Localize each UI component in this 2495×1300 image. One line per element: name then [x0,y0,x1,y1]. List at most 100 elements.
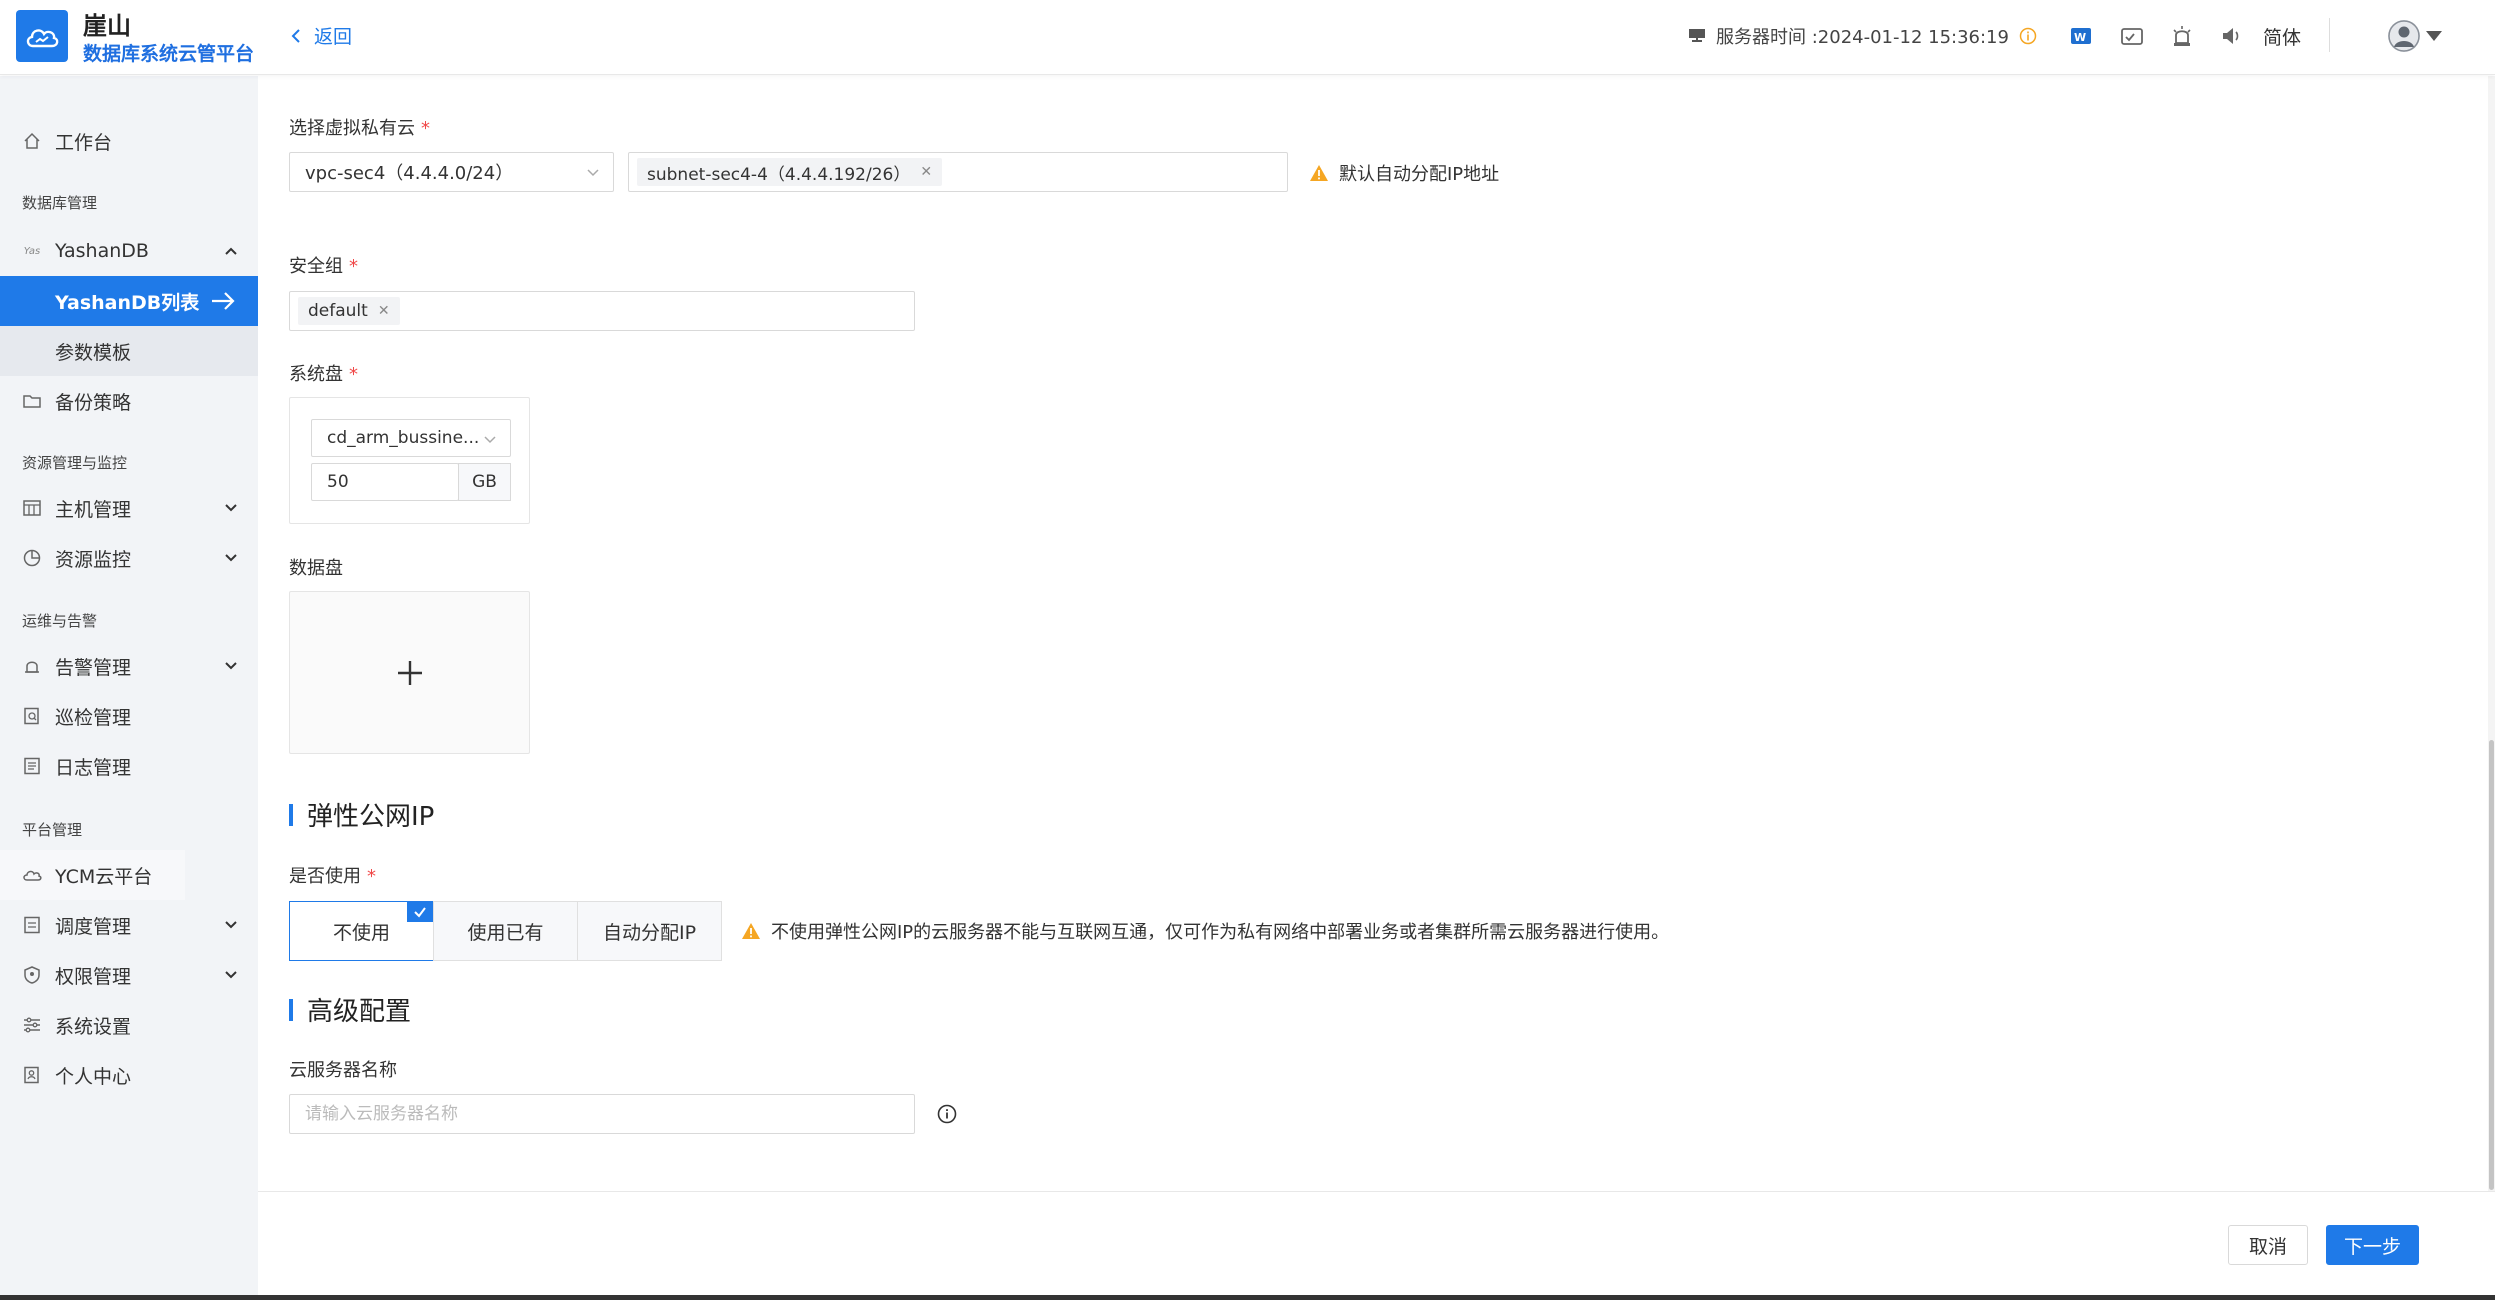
chevron-down-icon [225,921,237,929]
sidebar-item-resource-monitor[interactable]: 资源监控 [0,533,258,583]
sidebar-item-system-settings[interactable]: 系统设置 [0,1000,258,1050]
sidebar-section-ops: 运维与告警 [22,612,98,630]
eip-use-label: 是否使用 * [289,862,376,888]
subnet-select[interactable]: subnet-sec4-4（4.4.4.192/26） ✕ [628,152,1288,192]
sidebar-item-alarm-mgmt[interactable]: 告警管理 [0,641,258,691]
chevron-down-icon [225,662,237,670]
sidebar-section-db: 数据库管理 [22,194,98,212]
cloud-icon [22,865,42,885]
alarm-icon [22,656,42,676]
cancel-button[interactable]: 取消 [2228,1225,2308,1265]
header-divider [2329,18,2330,52]
schedule-icon [22,915,42,935]
sidebar-item-workbench[interactable]: 工作台 [0,116,258,166]
check-icon [407,902,433,922]
main-content: 选择虚拟私有云 * vpc-sec4（4.4.4.0/24） subnet-sec… [258,76,2495,1191]
sidebar-label: 巡检管理 [55,706,132,729]
sidebar-item-yashandb[interactable]: Yas YashanDB [0,226,258,276]
vpc-select[interactable]: vpc-sec4（4.4.4.0/24） [289,152,614,192]
task-list-icon[interactable] [2120,24,2144,48]
sidebar-item-perm-mgmt[interactable]: 权限管理 [0,950,258,1000]
add-data-disk-button[interactable] [289,591,530,754]
plus-icon [397,660,422,685]
sidebar-item-personal-center[interactable]: 个人中心 [0,1050,258,1100]
advanced-section-title: 高级配置 [289,991,411,1028]
table-icon [22,498,42,518]
info-icon[interactable] [2019,27,2037,45]
server-time-text: 服务器时间 :2024-01-12 15:36:19 [1716,27,2009,48]
brand-title: 崖山 [83,12,131,40]
security-group-select[interactable]: default ✕ [289,291,915,331]
sidebar-item-log-mgmt[interactable]: 日志管理 [0,741,258,791]
chevron-down-icon [225,554,237,562]
warning-icon [1310,165,1328,181]
vpc-warning-text: 默认自动分配IP地址 [1339,164,1500,185]
required-mark: * [421,118,430,139]
home-icon [22,131,42,151]
sidebar-label: 调度管理 [55,915,132,938]
word-doc-icon[interactable]: W [2070,24,2094,48]
sidebar-label: 工作台 [55,131,113,154]
subnet-tag-label: subnet-sec4-4（4.4.4.192/26） [647,164,911,185]
sidebar-label: 个人中心 [55,1065,132,1088]
sg-label: 安全组 * [289,252,358,278]
subnet-tag: subnet-sec4-4（4.4.4.192/26） ✕ [637,158,943,186]
sidebar-section-platform: 平台管理 [22,821,83,839]
eip-option-label: 使用已有 [467,921,544,944]
back-button[interactable]: 返回 [290,22,352,49]
sidebar-item-backup-policy[interactable]: 备份策略 [0,376,258,426]
folder-icon [22,391,42,411]
tag-close-icon[interactable]: ✕ [920,164,932,180]
chevron-down-icon [225,971,237,979]
sysdisk-type-select[interactable]: cd_arm_bussine... [311,419,511,457]
sidebar-label: 主机管理 [55,498,132,521]
sidebar-item-ycm-cloud[interactable]: YCM云平台 [0,850,185,900]
server-name-input[interactable] [289,1094,915,1134]
eip-use-label-text: 是否使用 [289,866,361,887]
sidebar-item-host-mgmt[interactable]: 主机管理 [0,483,258,533]
sysdisk-size-input[interactable] [311,463,459,501]
warning-icon [742,923,760,939]
sidebar-item-schedule-mgmt[interactable]: 调度管理 [0,900,258,950]
sidebar-item-yashandb-list[interactable]: YashanDB列表 [0,276,258,326]
sysdisk-label: 系统盘 * [289,360,358,386]
eip-option-auto[interactable]: 自动分配IP [577,901,722,961]
eip-title-text: 弹性公网IP [307,802,435,832]
back-label: 返回 [314,26,353,48]
required-mark: * [349,256,358,277]
alarm-light-icon[interactable] [2170,24,2194,48]
advanced-title-text: 高级配置 [307,997,412,1027]
eip-option-label: 自动分配IP [602,921,697,944]
sidebar-label: 日志管理 [55,756,132,779]
next-step-button[interactable]: 下一步 [2326,1225,2419,1265]
form-footer: 取消 下一步 [258,1191,2495,1297]
sg-tag: default ✕ [298,297,400,325]
sidebar-item-param-template[interactable]: 参数模板 [0,326,258,376]
sidebar-label: YCM云平台 [55,865,153,888]
vpc-select-value: vpc-sec4（4.4.4.0/24） [305,163,514,184]
required-mark: * [349,364,358,385]
tag-close-icon[interactable]: ✕ [378,303,390,319]
user-avatar[interactable] [2388,20,2420,52]
brand-subtitle: 数据库系统云管平台 [83,43,255,65]
eip-option-none[interactable]: 不使用 [289,901,434,961]
system-disk-card: cd_arm_bussine... GB [289,397,530,524]
chevron-up-icon [225,247,237,255]
eip-section-title: 弹性公网IP [289,796,434,833]
sidebar: 工作台 数据库管理 Yas YashanDB YashanDB列表 参数模板 备… [0,76,258,1300]
cloud-logo-icon[interactable] [16,10,68,62]
sysdisk-label-text: 系统盘 [289,364,343,385]
vpc-label-text: 选择虚拟私有云 [289,118,415,139]
title-bar [289,998,293,1021]
sidebar-item-inspect-mgmt[interactable]: 巡检管理 [0,691,258,741]
speaker-icon[interactable] [2220,24,2244,48]
log-icon [22,756,42,776]
caret-down-icon[interactable] [2426,31,2442,41]
language-switch[interactable]: 简体 [2263,23,2301,50]
info-circle-icon[interactable] [937,1104,957,1124]
eip-option-existing[interactable]: 使用已有 [433,901,578,961]
scrollbar-thumb[interactable] [2489,740,2494,1190]
sidebar-section-resource: 资源管理与监控 [22,454,128,472]
chevron-left-icon [291,28,300,43]
datadisk-label: 数据盘 [289,558,343,579]
